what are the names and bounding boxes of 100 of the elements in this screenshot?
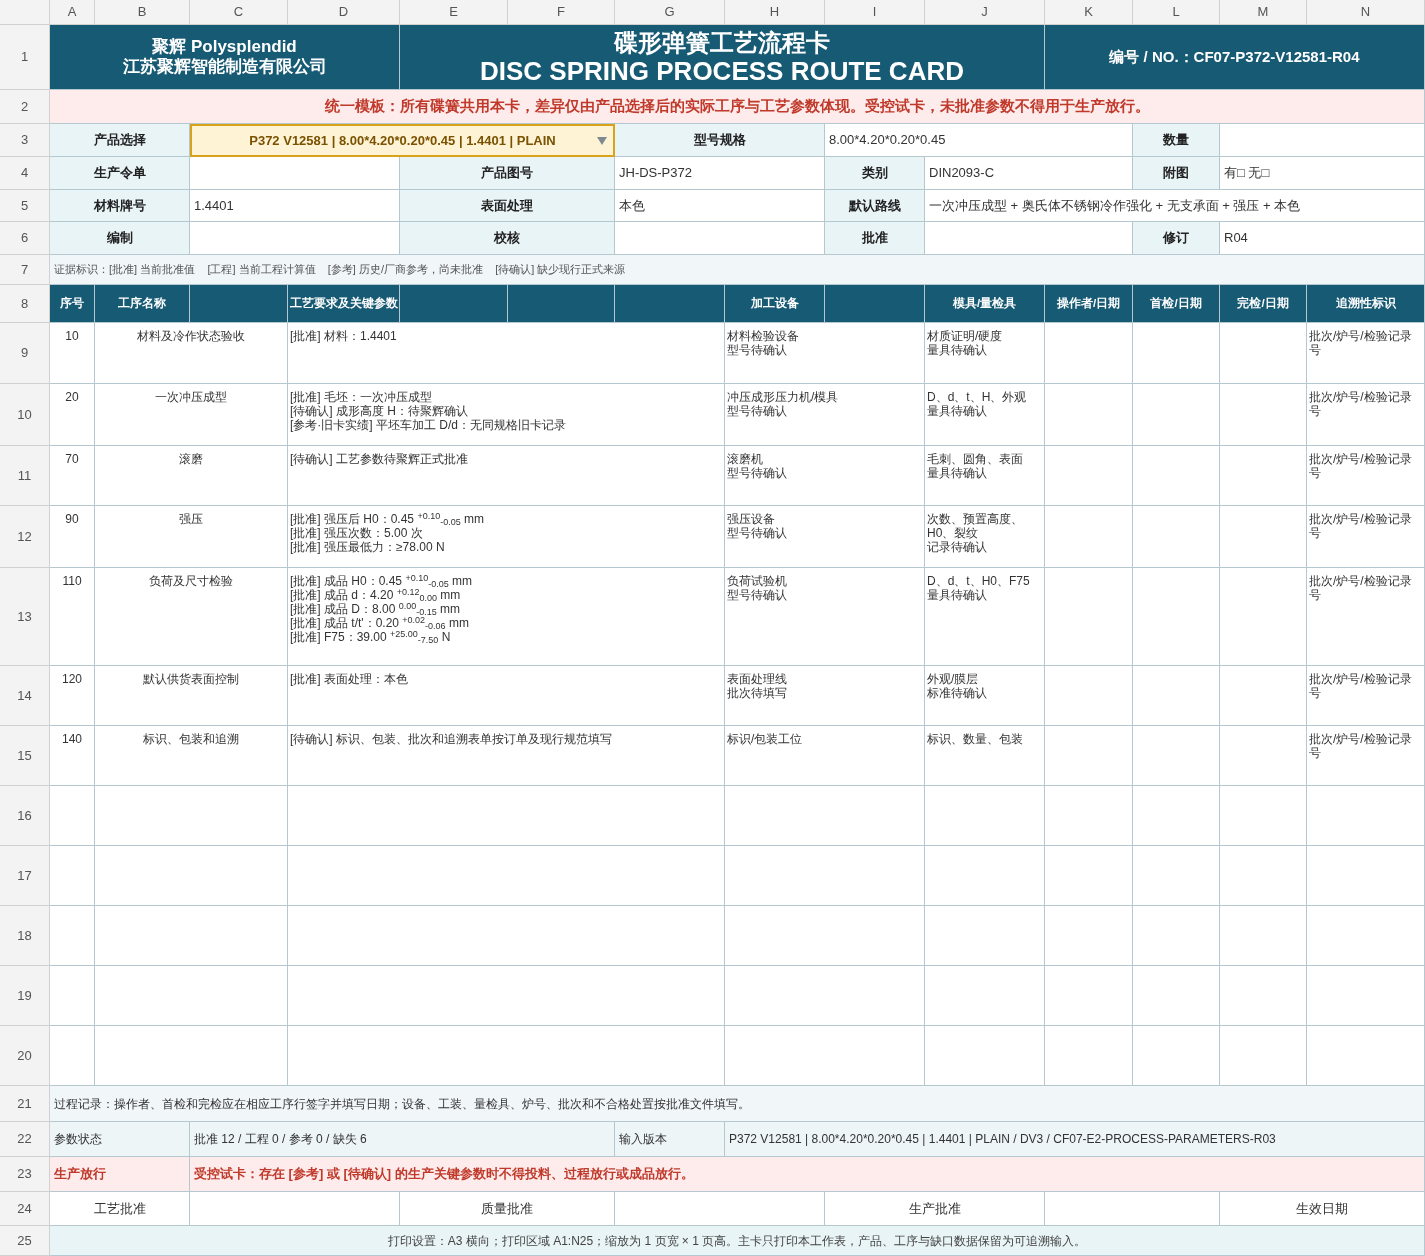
column-heading: 加工设备 [725,285,825,323]
column-header: J [925,0,1045,25]
row-header: 4 [0,157,50,190]
row-header: 24 [0,1192,50,1226]
sequence-number: 120 [50,666,95,726]
process-parameters: [批准] 毛坯：一次冲压成型 [待确认] 成形高度 H：待聚辉确认 [参考·旧卡实绩] 平坯车加工 D/d：无同规格旧卡记录 [288,384,725,446]
column-header: B [95,0,190,25]
field-label: 数量 [1133,124,1220,157]
row-header: 25 [0,1226,50,1256]
row-header: 3 [0,124,50,157]
equipment-cell: 标识/包装工位 [725,726,925,786]
traceability-cell: 批次/炉号/检验记录号 [1307,666,1425,726]
operation-name: 默认供货表面控制 [95,666,288,726]
column-heading: 工序名称 [95,285,190,323]
field-label: 校核 [400,222,615,255]
row-header: 16 [0,786,50,846]
card-title-en: DISC SPRING PROCESS ROUTE CARD [480,57,964,85]
operation-name: 滚磨 [95,446,288,506]
caret-icon [597,136,607,145]
field-label: 材料牌号 [50,190,190,222]
row-header: 10 [0,384,50,446]
row-header: 12 [0,506,50,568]
row-header: 20 [0,1026,50,1086]
field-value: 一次冲压成型 + 奥氏体不锈钢冷作强化 + 无支承面 + 强压 + 本色 [925,190,1425,222]
column-heading: 操作者/日期 [1045,285,1133,323]
process-parameters: [待确认] 标识、包装、批次和追溯表单按订单及现行规范填写 [288,726,725,786]
column-header: M [1220,0,1307,25]
blank-cell [50,966,95,1026]
tooling-cell: 材质证明/硬度 量具待确认 [925,323,1045,384]
release-warning: 受控试卡：存在 [参考] 或 [待确认] 的生产关键参数时不得投料、过程放行或成品放行。 [190,1157,1425,1192]
row-header: 5 [0,190,50,222]
document-number: 编号 / NO.：CF07-P372-V12581-R04 [1045,25,1425,90]
notice-banner: 统一模板：所有碟簧共用本卡，差异仅由产品选择后的实际工序与工艺参数体现。受控试卡，未批准参数不得用于生产放行。 [50,90,1425,124]
column-header: L [1133,0,1220,25]
equipment-cell: 滚磨机 型号待确认 [725,446,925,506]
column-header: C [190,0,288,25]
row-header: 21 [0,1086,50,1122]
field-label: 表面处理 [400,190,615,222]
print-note: 打印设置：A3 横向；打印区域 A1:N25；缩放为 1 页宽 × 1 页高。主卡只打印本工作表，产品、工序与缺口数据保留为可追溯输入。 [50,1226,1425,1256]
column-header: E [400,0,508,25]
field-label: 产品图号 [400,157,615,190]
signature-label: 质量批准 [400,1192,615,1226]
tooling-cell: 标识、数量、包装 [925,726,1045,786]
tooling-cell: 毛刺、圆角、表面 量具待确认 [925,446,1045,506]
field-value: 有□ 无□ [1220,157,1425,190]
field-value: 8.00*4.20*0.20*0.45 [825,124,1133,157]
operation-name: 一次冲压成型 [95,384,288,446]
card-title-cn: 碟形弹簧工艺流程卡 [614,29,830,57]
product-select[interactable]: P372 V12581 | 8.00*4.20*0.20*0.45 | 1.4401 | PLAIN [190,124,615,157]
row-header: 18 [0,906,50,966]
column-header: G [615,0,725,25]
field-label: 产品选择 [50,124,190,157]
field-value: P372 V12581 | 8.00*4.20*0.20*0.45 | 1.4401 | PLAIN / DV3 / CF07-E2-PROCESS-PARAMETERS-R03 [725,1122,1425,1157]
column-header: F [508,0,615,25]
tooling-cell: D、d、t、H、外观 量具待确认 [925,384,1045,446]
row-header: 7 [0,255,50,285]
field-label: 附图 [1133,157,1220,190]
operation-name: 材料及冷作状态验收 [95,323,288,384]
blank-cell [50,786,95,846]
operation-name: 标识、包装和追溯 [95,726,288,786]
blank-cell [50,906,95,966]
sequence-number: 90 [50,506,95,568]
corner-cell [0,0,50,25]
row-header: 6 [0,222,50,255]
column-header: A [50,0,95,25]
operation-name: 强压 [95,506,288,568]
column-heading: 工艺要求及关键参数 [288,285,400,323]
traceability-cell: 批次/炉号/检验记录号 [1307,446,1425,506]
row-header: 15 [0,726,50,786]
field-value: JH-DS-P372 [615,157,825,190]
signature-label: 生产批准 [825,1192,1045,1226]
sequence-number: 10 [50,323,95,384]
field-label: 编制 [50,222,190,255]
equipment-cell: 负荷试验机 型号待确认 [725,568,925,666]
process-parameters: [批准] 成品 H0：0.45 $^{+0.10}$$_{-0.05}$ mm [批准] 成品 d：4.20 $^{+0.12}$$_{0.00}$ mm [批准] 成品 D：8.00 $^{0.00}$$_{-0.15}$ mm [批准] 成品 t/t'：0.20 $^{+0.02}$$_{-0.06}$ mm [批准] F75：39.00 $^{+25.00}$$_{-7.50}$ N [288,568,725,666]
process-parameters: [批准] 材料：1.4401 [288,323,725,384]
equipment-cell: 表面处理线 批次待填写 [725,666,925,726]
row-header: 13 [0,568,50,666]
row-header: 23 [0,1157,50,1192]
field-label: 参数状态 [50,1122,190,1157]
column-header: H [725,0,825,25]
traceability-cell: 批次/炉号/检验记录号 [1307,384,1425,446]
evidence-legend: 证据标识：[批准] 当前批准值 [工程] 当前工程计算值 [参考] 历史/厂商参考，尚未批准 [待确认] 缺少现行正式来源 [50,255,1425,285]
field-label: 批准 [825,222,925,255]
column-heading: 追溯性标识 [1307,285,1425,323]
traceability-cell: 批次/炉号/检验记录号 [1307,726,1425,786]
field-value: R04 [1220,222,1425,255]
sequence-number: 140 [50,726,95,786]
row-header: 8 [0,285,50,323]
traceability-cell: 批次/炉号/检验记录号 [1307,568,1425,666]
column-heading: 首检/日期 [1133,285,1220,323]
row-header: 19 [0,966,50,1026]
signature-label: 工艺批准 [50,1192,190,1226]
row-header: 11 [0,446,50,506]
column-heading: 完检/日期 [1220,285,1307,323]
process-note: 过程记录：操作者、首检和完检应在相应工序行签字并填写日期；设备、工装、量检具、炉号、批次和不合格处置按批准文件填写。 [50,1086,1425,1122]
field-label: 型号规格 [615,124,825,157]
process-parameters: [待确认] 工艺参数待聚辉正式批准 [288,446,725,506]
process-parameters: [批准] 强压后 H0：0.45 $^{+0.10}$$_{-0.05}$ mm [批准] 强压次数：5.00 次 [批准] 强压最低力：≥78.00 N [288,506,725,568]
column-header: I [825,0,925,25]
